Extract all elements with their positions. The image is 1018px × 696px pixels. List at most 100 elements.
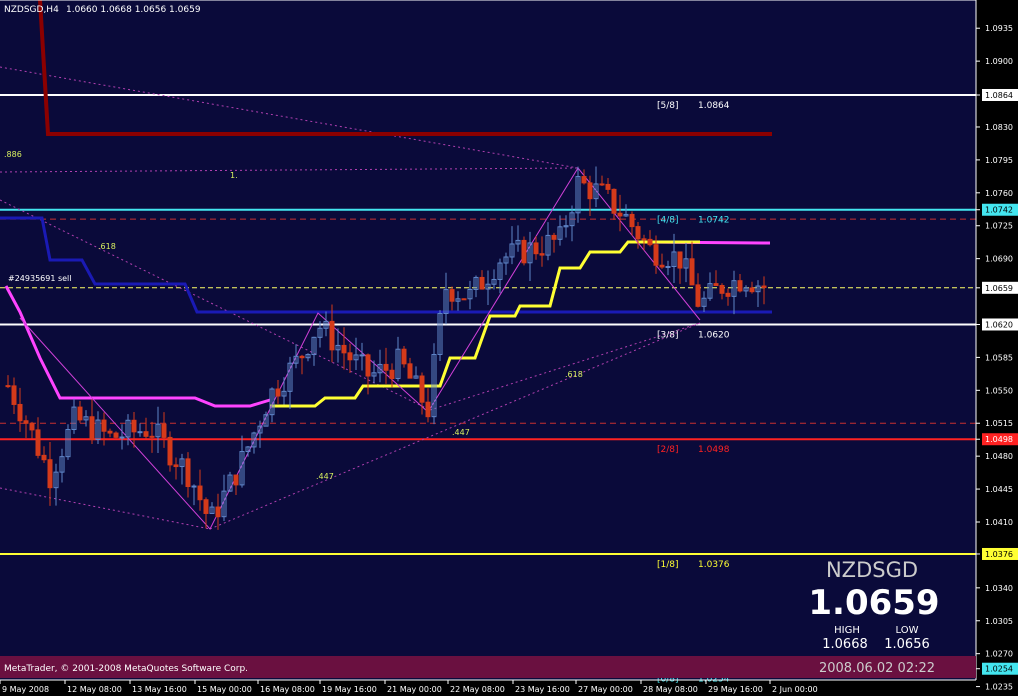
y-tick-label: 1.0376 [985, 550, 1013, 559]
candle-body [149, 435, 155, 438]
murrey-level-value: 1.0376 [698, 560, 730, 570]
murrey-level-label: [1/8] [657, 560, 679, 570]
candle-body [695, 284, 701, 307]
order-label[interactable]: #24935691 sell [8, 274, 72, 283]
y-tick-label: 1.0480 [985, 452, 1013, 461]
x-tick-label: 29 May 16:00 [708, 685, 763, 694]
x-tick-label: 22 May 08:00 [450, 685, 505, 694]
candle-body [659, 264, 665, 268]
candle-body [725, 292, 731, 297]
murrey-level-value: 1.0864 [698, 101, 730, 111]
murrey-level-value: 1.0620 [698, 330, 730, 340]
candle-body [425, 401, 431, 418]
candle-body [401, 348, 407, 365]
candle-body [347, 352, 353, 361]
info-low-value: 1.0656 [884, 637, 930, 652]
price-chart[interactable]: [5/8] 1.0864 [4/8] 1.0742 [3/8] 1.0620 [2/8] 1.… [0, 0, 1018, 696]
candle-body [197, 485, 203, 501]
candle-body [47, 459, 53, 489]
candle-body [215, 506, 221, 518]
y-tick-label: 1.0742 [985, 206, 1013, 215]
candle-body [89, 416, 95, 441]
candle-body [665, 266, 671, 269]
ohlc-readout: 1.0660 1.0668 1.0656 1.0659 [66, 5, 201, 15]
candle-body [647, 238, 653, 246]
candle-body [653, 244, 659, 266]
candle-body [521, 239, 527, 264]
chart-title: NZDSGD,H4 [4, 5, 59, 15]
candle-body [713, 283, 719, 287]
x-tick-label: 28 May 08:00 [643, 685, 698, 694]
candle-body [185, 458, 191, 488]
candle-body [407, 363, 413, 379]
candle-body [365, 354, 371, 377]
y-tick-label: 1.0760 [985, 189, 1013, 198]
candle-body [419, 375, 425, 403]
murrey-level-label: [5/8] [657, 101, 679, 111]
y-tick-label: 1.0550 [985, 386, 1013, 395]
candle-body [761, 285, 767, 289]
candle-body [29, 422, 35, 431]
y-tick-label: 1.0864 [985, 91, 1013, 100]
x-tick-label: 21 May 00:00 [387, 685, 442, 694]
candle-body [629, 213, 635, 228]
candle-body [107, 430, 113, 434]
fib-level-label: .447 [316, 472, 334, 481]
candle-body [587, 182, 593, 200]
y-tick-label: 1.0340 [985, 584, 1013, 593]
y-tick-label: 1.0585 [985, 353, 1013, 362]
candle-body [749, 287, 755, 293]
candle-body [641, 238, 647, 241]
candle-body [581, 176, 587, 184]
x-tick-label: 16 May 08:00 [260, 685, 315, 694]
info-high-label: HIGH [834, 625, 860, 636]
fib-level-label: .447 [452, 428, 470, 437]
candle-body [137, 431, 143, 434]
candle-body [233, 474, 239, 486]
candle-body [41, 454, 47, 461]
fib-level-label: .886 [4, 150, 22, 159]
candle-body [35, 429, 41, 456]
y-tick-label: 1.0690 [985, 255, 1013, 264]
candle-body [611, 188, 617, 214]
y-tick-label: 1.0235 [985, 683, 1013, 692]
y-tick-label: 1.0659 [985, 284, 1013, 293]
candle-body [689, 258, 695, 286]
candle-body [617, 212, 623, 217]
y-tick-label: 1.0935 [985, 24, 1013, 33]
fib-level-label: 1. [230, 171, 238, 180]
x-tick-label: 2 Jun 00:00 [772, 685, 818, 694]
info-high-value: 1.0668 [822, 637, 868, 652]
candle-body [533, 242, 539, 255]
copyright-text: MetaTrader, © 2001-2008 MetaQuotes Softw… [4, 664, 248, 674]
candle-body [77, 406, 83, 421]
candle-body [203, 499, 209, 514]
murrey-level-label: [4/8] [657, 216, 679, 226]
candle-body [359, 354, 365, 357]
candle-body [191, 485, 197, 488]
x-tick-label: 27 May 00:00 [578, 685, 633, 694]
candle-body [5, 385, 11, 388]
candle-body [143, 431, 149, 437]
y-tick-label: 1.0410 [985, 518, 1013, 527]
murrey-level-label: [3/8] [657, 330, 679, 340]
candle-body [275, 388, 281, 397]
x-tick-label: 12 May 08:00 [67, 685, 122, 694]
y-tick-label: 1.0254 [985, 665, 1013, 674]
candle-body [173, 464, 179, 468]
candle-body [11, 385, 17, 405]
candle-body [329, 320, 335, 351]
candle-body [605, 183, 611, 190]
candle-body [23, 420, 29, 424]
y-tick-label: 1.0725 [985, 222, 1013, 231]
y-tick-label: 1.0620 [985, 320, 1013, 329]
candle-body [461, 298, 467, 301]
y-tick-label: 1.0445 [985, 485, 1013, 494]
candle-body [677, 251, 683, 269]
murrey-level-label: [2/8] [657, 445, 679, 455]
candle-body [341, 344, 347, 354]
y-tick-label: 1.0795 [985, 156, 1013, 165]
candle-body [719, 285, 725, 294]
y-tick-label: 1.0270 [985, 650, 1013, 659]
fib-level-label: .618 [98, 242, 116, 251]
